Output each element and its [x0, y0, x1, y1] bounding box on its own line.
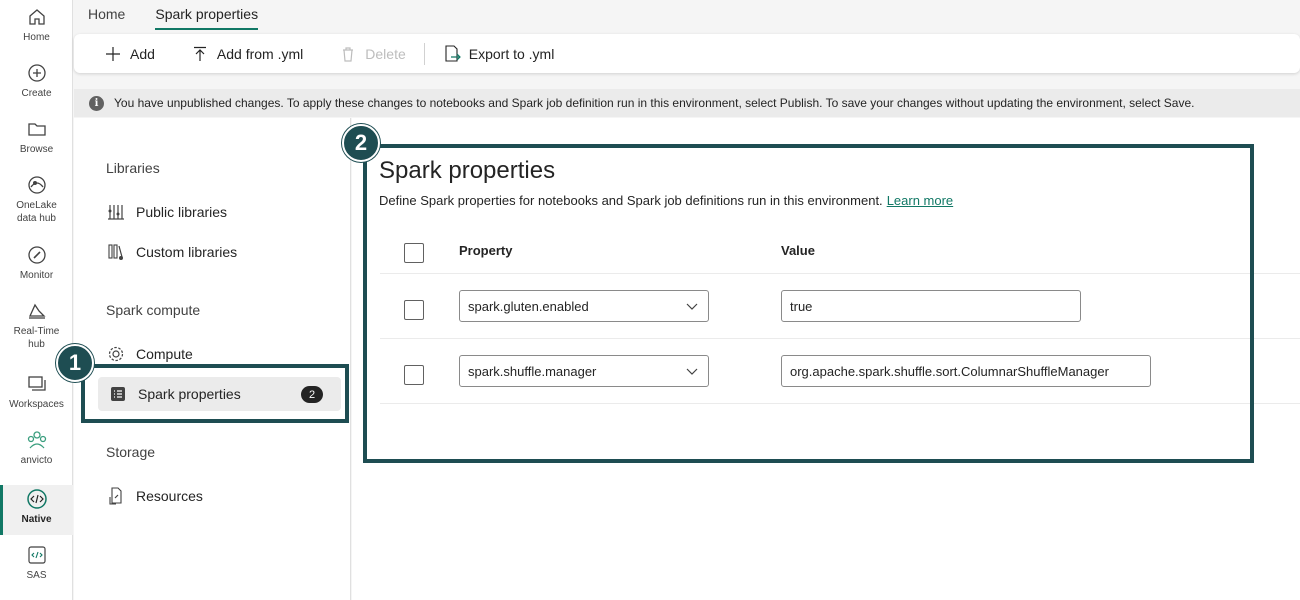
monitor-icon [26, 244, 48, 266]
rail-item-monitor[interactable]: Monitor [0, 244, 73, 282]
folder-icon [26, 118, 48, 140]
nav-item-resources[interactable]: Resources [106, 486, 203, 506]
info-icon: i [89, 95, 104, 111]
rail-item-browse[interactable]: Browse [0, 118, 73, 156]
public-libraries-icon [106, 202, 126, 222]
rail-item-onelake[interactable]: OneLake data hub [0, 174, 73, 225]
callout-marker-1: 1 [56, 344, 94, 382]
custom-libraries-icon [106, 242, 126, 262]
rail-item-workspace-anvicto[interactable]: anvicto [0, 429, 73, 467]
sas-environment-icon [26, 544, 48, 566]
rail-item-sas[interactable]: SAS [0, 544, 73, 582]
callout-box-2 [363, 144, 1254, 463]
trash-icon [339, 45, 357, 63]
toolbar-divider [423, 42, 425, 65]
banner-message: You have unpublished changes. To apply t… [114, 96, 1195, 110]
workspace-people-icon [26, 429, 48, 451]
upload-icon [191, 45, 209, 63]
gear-icon [106, 344, 126, 364]
rail-item-workspaces[interactable]: Workspaces [0, 373, 73, 411]
rail-label: Home [23, 32, 50, 43]
rail-item-realtime-hub[interactable]: Real-Time hub [0, 300, 73, 351]
rail-item-home[interactable]: Home [0, 6, 73, 44]
nav-heading-libraries: Libraries [106, 160, 160, 176]
plus-circle-icon [26, 62, 48, 84]
rail-label-line1: OneLake [16, 200, 57, 211]
rail-item-native[interactable]: Native [0, 488, 73, 526]
resources-icon [106, 486, 126, 506]
rail-label: anvicto [20, 455, 53, 466]
export-to-yml-button[interactable]: Export to .yml [443, 44, 555, 63]
nav-heading-storage: Storage [106, 444, 156, 460]
add-label: Add [130, 45, 155, 62]
rail-label-line2: hub [28, 339, 45, 350]
rail-label: Create [21, 88, 52, 99]
nav-item-custom-libraries[interactable]: Custom libraries [106, 242, 237, 262]
rail-label: Workspaces [9, 399, 64, 410]
toolbar: Add Add from .yml Delete Export to .yml [74, 34, 1300, 73]
add-from-yml-button[interactable]: Add from .yml [191, 45, 303, 63]
onelake-icon [26, 174, 48, 196]
rail-item-create[interactable]: Create [0, 62, 73, 100]
tab-home[interactable]: Home [73, 0, 140, 30]
add-button[interactable]: Add [104, 45, 155, 63]
add-from-yml-label: Add from .yml [216, 45, 304, 62]
delete-label: Delete [365, 45, 406, 62]
nav-item-compute[interactable]: Compute [106, 344, 193, 364]
rail-label: Browse [19, 144, 54, 155]
nav-heading-spark-compute: Spark compute [106, 302, 201, 318]
nav-label: Resources [136, 488, 203, 504]
callout-marker-2: 2 [342, 124, 380, 162]
rail-label: Native [21, 514, 52, 525]
rail-label-line1: Real-Time [13, 326, 60, 337]
rail-label: Monitor [19, 270, 54, 281]
tab-spark-properties[interactable]: Spark properties [140, 0, 273, 30]
tab-bar: Home Spark properties [73, 0, 1300, 30]
delete-button[interactable]: Delete [339, 45, 406, 63]
unpublished-changes-banner: i You have unpublished changes. To apply… [74, 89, 1300, 117]
environment-icon [26, 488, 48, 510]
export-icon [443, 44, 461, 63]
plus-icon [104, 45, 122, 63]
nav-label: Compute [136, 346, 193, 362]
home-icon [26, 6, 48, 28]
callout-box-1 [81, 364, 349, 423]
rail-label-line2: data hub [17, 213, 56, 224]
nav-label: Public libraries [136, 204, 228, 220]
workspaces-icon [26, 373, 48, 395]
realtime-hub-icon [26, 300, 48, 322]
export-to-yml-label: Export to .yml [468, 45, 555, 62]
rail-label: SAS [26, 570, 47, 581]
nav-item-public-libraries[interactable]: Public libraries [106, 202, 227, 222]
left-rail: Home Create Browse OneLake data hub Moni… [0, 0, 73, 600]
nav-label: Custom libraries [136, 244, 238, 260]
